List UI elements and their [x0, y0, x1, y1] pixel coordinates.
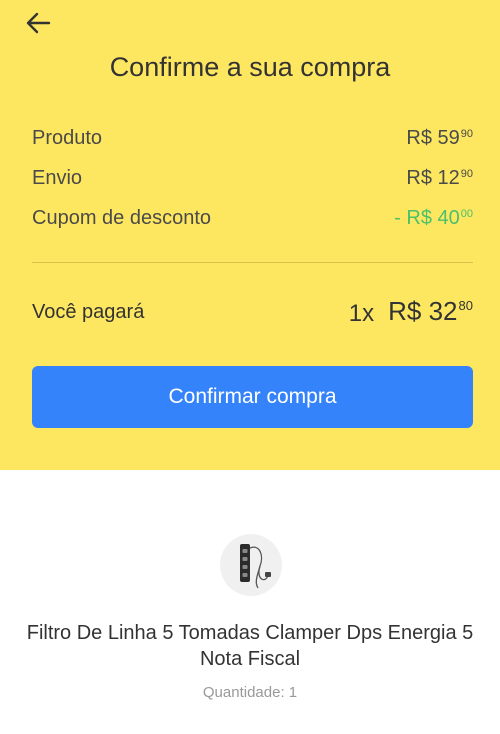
confirm-purchase-button[interactable]: Confirmar compra	[32, 366, 473, 428]
cupom-discount: - R$ 40 00	[394, 207, 473, 230]
summary-row-cupom: Cupom de desconto - R$ 40 00	[32, 202, 473, 234]
produto-label: Produto	[32, 126, 103, 149]
power-strip-icon	[240, 544, 271, 589]
produto-price: R$ 59 90	[406, 127, 473, 150]
envio-label: Envio	[32, 166, 83, 189]
total-price-main: R$ 32	[388, 296, 458, 326]
envio-price-main: R$ 12	[406, 166, 460, 189]
total-amount: 1x R$ 32 80	[349, 296, 473, 328]
summary-panel: Confirme a sua compra Produto R$ 59 90 En…	[0, 0, 500, 470]
summary-row-envio: Envio R$ 12 90	[32, 162, 473, 194]
summary-row-produto: Produto R$ 59 90	[32, 122, 473, 154]
envio-price-cents: 90	[460, 167, 473, 180]
total-price: R$ 32 80	[388, 296, 473, 327]
cupom-label: Cupom de desconto	[32, 206, 212, 229]
total-label: Você pagará	[32, 300, 145, 323]
total-price-cents: 80	[458, 298, 473, 313]
total-quantity: 1x	[348, 300, 375, 327]
product-name: Filtro De Linha 5 Tomadas Clamper Dps En…	[26, 622, 474, 670]
cupom-discount-main: - R$ 40	[394, 206, 460, 229]
product-quantity: Quantidade: 1	[202, 684, 298, 701]
product-image	[220, 534, 282, 596]
arrow-left-icon	[26, 12, 51, 34]
produto-price-cents: 90	[460, 127, 473, 140]
total-row: Você pagará 1x R$ 32 80	[32, 293, 473, 331]
page-title: Confirme a sua compra	[109, 52, 391, 82]
cupom-discount-cents: 00	[460, 207, 473, 220]
envio-price: R$ 12 90	[406, 167, 473, 190]
divider	[32, 262, 473, 263]
produto-price-main: R$ 59	[406, 126, 460, 149]
back-button[interactable]	[22, 8, 54, 38]
